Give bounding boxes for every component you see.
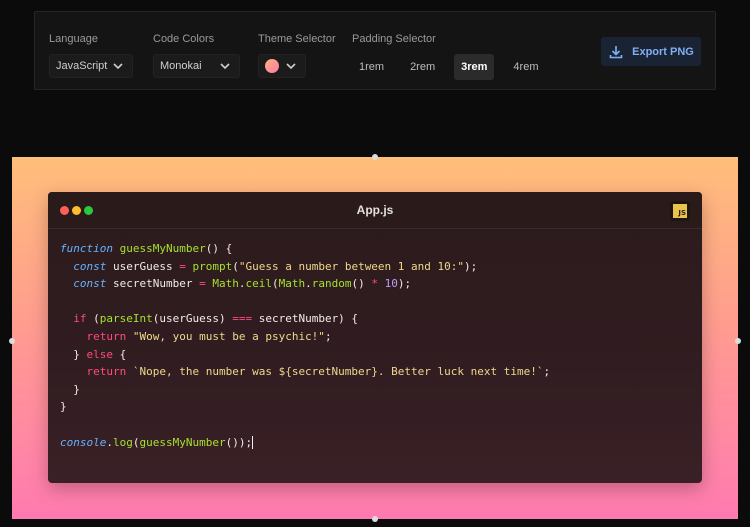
language-label: Language bbox=[49, 33, 98, 45]
resize-handle-left[interactable] bbox=[9, 338, 15, 344]
chevron-down-icon bbox=[113, 63, 123, 70]
code-line: } bbox=[60, 400, 67, 414]
padding-options: 1rem 2rem 3rem 4rem bbox=[352, 54, 562, 80]
language-value: JavaScript bbox=[56, 60, 108, 72]
code-window: App.js JS function guessMyNumber() { con… bbox=[48, 192, 702, 483]
padding-option-4rem[interactable]: 4rem bbox=[506, 54, 545, 80]
code-line: return `Nope, the number was ${secretNum… bbox=[86, 365, 551, 379]
code-colors-select[interactable]: Monokai bbox=[153, 54, 240, 78]
javascript-icon: JS bbox=[670, 201, 690, 221]
chevron-down-icon bbox=[220, 63, 230, 70]
resize-handle-bottom[interactable] bbox=[372, 516, 378, 522]
padding-control: Padding Selector 1rem 2rem 3rem 4rem bbox=[352, 32, 562, 80]
toolbar: Language JavaScript Code Colors Monokai … bbox=[34, 11, 716, 90]
code-canvas: App.js JS function guessMyNumber() { con… bbox=[9, 154, 741, 522]
text-cursor bbox=[252, 436, 254, 450]
theme-select[interactable] bbox=[258, 54, 306, 78]
theme-control: Theme Selector bbox=[258, 32, 346, 78]
code-line: console.log(guessMyNumber()); bbox=[60, 435, 254, 450]
code-line: if (parseInt(userGuess) === secretNumber… bbox=[73, 312, 359, 326]
code-line: } else { bbox=[60, 347, 127, 361]
resize-handle-top[interactable] bbox=[372, 154, 378, 160]
code-line: const secretNumber = Math.ceil(Math.rand… bbox=[73, 277, 412, 291]
code-colors-value: Monokai bbox=[160, 60, 202, 72]
window-titlebar: App.js JS bbox=[48, 192, 702, 229]
lang-badge-text: JS bbox=[673, 204, 687, 218]
code-colors-control: Code Colors Monokai bbox=[153, 32, 240, 78]
padding-option-1rem[interactable]: 1rem bbox=[352, 54, 391, 80]
export-png-label: Export PNG bbox=[632, 45, 694, 58]
code-line: } bbox=[60, 382, 80, 396]
theme-swatch bbox=[265, 59, 279, 73]
file-title[interactable]: App.js bbox=[48, 192, 702, 228]
padding-label: Padding Selector bbox=[352, 33, 436, 45]
padding-option-2rem[interactable]: 2rem bbox=[403, 54, 442, 80]
resize-handle-right[interactable] bbox=[735, 338, 741, 344]
download-icon bbox=[609, 45, 623, 58]
chevron-down-icon bbox=[286, 63, 296, 70]
language-control: Language JavaScript bbox=[49, 32, 133, 78]
code-line: function guessMyNumber() { bbox=[60, 242, 233, 255]
code-line: return "Wow, you must be a psychic!"; bbox=[86, 329, 332, 343]
code-editor[interactable]: function guessMyNumber() { const userGue… bbox=[60, 240, 550, 451]
padding-option-3rem[interactable]: 3rem bbox=[454, 54, 495, 80]
language-select[interactable]: JavaScript bbox=[49, 54, 133, 78]
code-line: const userGuess = prompt("Guess a number… bbox=[73, 259, 478, 273]
theme-label: Theme Selector bbox=[258, 33, 336, 45]
export-png-button[interactable]: Export PNG bbox=[601, 37, 701, 66]
code-colors-label: Code Colors bbox=[153, 33, 215, 45]
